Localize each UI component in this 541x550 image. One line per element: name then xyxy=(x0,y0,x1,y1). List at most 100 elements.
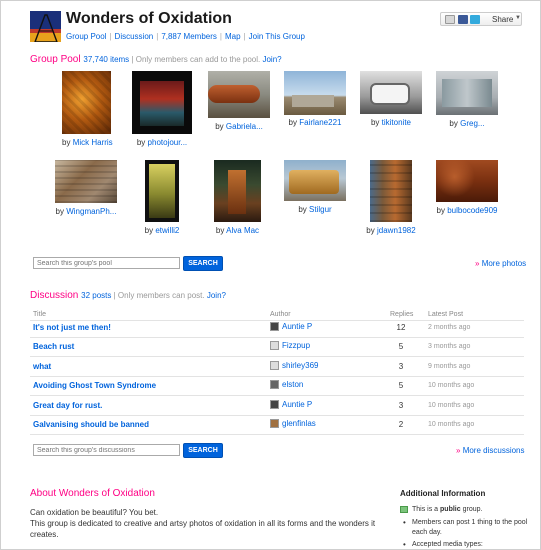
nav-map[interactable]: Map xyxy=(225,32,241,41)
about-line: This group is dedicated to creative and … xyxy=(30,519,376,528)
pool-photo[interactable] xyxy=(208,71,270,118)
discussion-title-link[interactable]: It's not just me then! xyxy=(33,323,111,332)
photo-owner-link[interactable]: WingmanPh... xyxy=(66,207,116,216)
nav-group-pool[interactable]: Group Pool xyxy=(66,32,106,41)
photo-owner-link[interactable]: jdawn1982 xyxy=(377,226,416,235)
photo-owner-link[interactable]: Alva Mac xyxy=(226,226,259,235)
column-header-replies: Replies xyxy=(390,311,414,318)
discussion-latest[interactable]: 2 months ago xyxy=(428,324,470,331)
facebook-icon[interactable] xyxy=(458,15,468,24)
discussion-join-link[interactable]: Join? xyxy=(207,291,226,300)
discussion-heading: Discussion 32 posts | Only members can p… xyxy=(30,290,226,301)
discussion-latest[interactable]: 10 months ago xyxy=(428,402,474,409)
media-types-line: Accepted media types: xyxy=(412,541,483,548)
group-icon[interactable] xyxy=(30,11,61,42)
double-chevron-icon: » xyxy=(475,259,480,268)
discussion-note: Only members can post. xyxy=(117,291,205,300)
discussion-author: Auntie P xyxy=(270,322,312,331)
discussion-search-button[interactable]: SEARCH xyxy=(183,443,223,458)
photo-caption: by Greg... xyxy=(449,119,485,128)
discussion-replies: 2 xyxy=(398,420,404,429)
more-photos-link[interactable]: » More photos xyxy=(475,259,526,268)
photo-owner-link[interactable]: Mick Harris xyxy=(73,138,113,147)
discussion-title-link[interactable]: Great day for rust. xyxy=(33,401,102,410)
column-header-author: Author xyxy=(270,311,291,318)
pool-search-button[interactable]: SEARCH xyxy=(183,256,223,271)
discussion-latest[interactable]: 3 months ago xyxy=(428,343,470,350)
discussion-title-link[interactable]: Avoiding Ghost Town Syndrome xyxy=(33,381,156,390)
avatar[interactable] xyxy=(270,361,279,370)
photo-owner-link[interactable]: photojour... xyxy=(148,138,188,147)
pool-photo[interactable] xyxy=(370,160,412,222)
discussion-author: Auntie P xyxy=(270,400,312,409)
discussion-replies: 12 xyxy=(396,323,406,332)
chevron-down-icon: ▼ xyxy=(515,15,521,21)
photo-caption: by Alva Mac xyxy=(215,226,260,235)
avatar[interactable] xyxy=(270,322,279,331)
discussion-replies: 3 xyxy=(398,401,404,410)
discussion-title-link[interactable]: what xyxy=(33,362,51,371)
discussion-search-input[interactable] xyxy=(33,444,180,456)
photo-caption: by jdawn1982 xyxy=(366,226,416,235)
about-heading: About Wonders of Oxidation xyxy=(30,488,155,499)
pool-photo[interactable] xyxy=(360,71,422,114)
pool-photo[interactable] xyxy=(284,71,346,115)
pool-photo[interactable] xyxy=(436,71,498,115)
discussion-title-link[interactable]: Galvanising should be banned xyxy=(33,420,149,429)
avatar[interactable] xyxy=(270,341,279,350)
pool-heading: Group Pool 37,740 items | Only members c… xyxy=(30,54,282,65)
pool-count-link[interactable]: 37,740 items xyxy=(83,55,129,64)
nav-separator: | xyxy=(219,32,222,41)
discussion-title-link[interactable]: Beach rust xyxy=(33,342,74,351)
avatar[interactable] xyxy=(270,419,279,428)
avatar[interactable] xyxy=(270,380,279,389)
pool-photo[interactable] xyxy=(145,160,179,222)
photo-owner-link[interactable]: Greg... xyxy=(460,119,484,128)
avatar[interactable] xyxy=(270,400,279,409)
photo-owner-link[interactable]: tikitonite xyxy=(382,118,411,127)
photo-caption: by photojour... xyxy=(136,138,188,147)
nav-separator: | xyxy=(243,32,246,41)
pool-photo[interactable] xyxy=(132,71,192,134)
group-title: Wonders of Oxidation xyxy=(66,10,232,27)
discussion-replies: 5 xyxy=(398,342,404,351)
discussion-replies: 5 xyxy=(398,381,404,390)
pool-join-link[interactable]: Join? xyxy=(262,55,281,64)
nav-members[interactable]: 7,887 Members xyxy=(161,32,217,41)
photo-caption: by WingmanPh... xyxy=(55,207,117,216)
photo-caption: by Mick Harris xyxy=(62,138,113,147)
group-subnav: Group Pool | Discussion | 7,887 Members | Map |… xyxy=(66,32,305,41)
column-header-latest: Latest Post xyxy=(428,311,464,318)
pool-search-input[interactable] xyxy=(33,257,180,269)
discussion-latest[interactable]: 10 months ago xyxy=(428,421,474,428)
discussion-count-link[interactable]: 32 posts xyxy=(81,291,111,300)
pool-title: Group Pool xyxy=(30,54,81,65)
photo-caption: by Fairlane221 xyxy=(288,118,342,127)
discussion-latest[interactable]: 10 months ago xyxy=(428,382,474,389)
nav-discussion[interactable]: Discussion xyxy=(115,32,154,41)
twitter-icon[interactable] xyxy=(470,15,480,24)
table-divider xyxy=(30,395,524,396)
email-icon[interactable] xyxy=(445,15,455,24)
nav-join-group[interactable]: Join This Group xyxy=(249,32,305,41)
photo-caption: by tikitonite xyxy=(370,118,412,127)
public-group-icon xyxy=(400,506,408,513)
table-divider xyxy=(30,434,524,435)
photo-owner-link[interactable]: Stilgur xyxy=(309,205,332,214)
pool-photo[interactable] xyxy=(436,160,498,202)
discussion-latest[interactable]: 9 months ago xyxy=(428,363,470,370)
photo-owner-link[interactable]: bulbocode909 xyxy=(447,206,497,215)
share-button[interactable]: Share ▼ xyxy=(440,12,522,26)
nav-separator: | xyxy=(109,32,112,41)
more-discussions-link[interactable]: » More discussions xyxy=(456,446,525,455)
table-divider xyxy=(30,415,524,416)
double-chevron-icon: » xyxy=(456,446,461,455)
pool-note: Only members can add to the pool. xyxy=(135,55,261,64)
pool-photo[interactable] xyxy=(55,160,117,203)
photo-owner-link[interactable]: Fairlane221 xyxy=(299,118,341,127)
pool-photo[interactable] xyxy=(214,160,261,222)
photo-owner-link[interactable]: Gabriela... xyxy=(226,122,263,131)
photo-owner-link[interactable]: etwilli2 xyxy=(155,226,179,235)
pool-photo[interactable] xyxy=(284,160,346,201)
pool-photo[interactable] xyxy=(62,71,111,134)
